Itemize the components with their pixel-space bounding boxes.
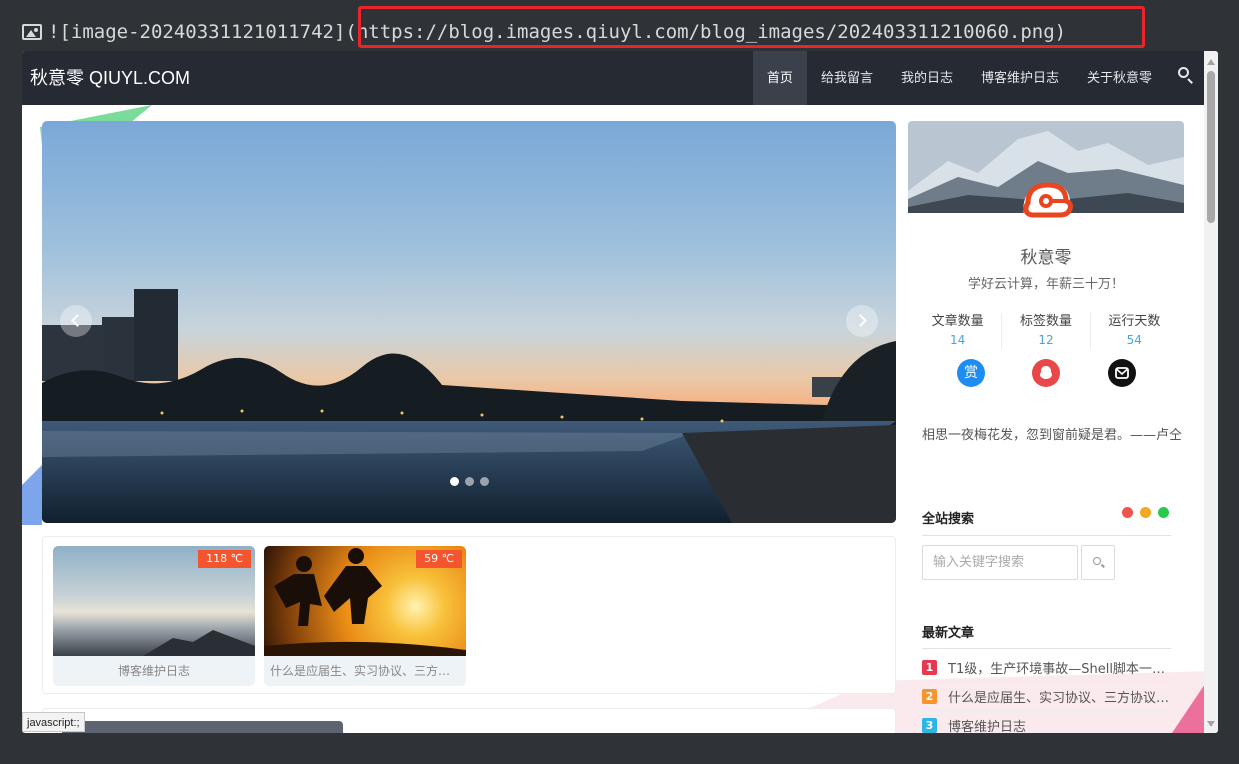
markdown-alt-text: ![image-20240331121011742] — [48, 21, 346, 43]
carousel-dot[interactable] — [480, 477, 489, 486]
rank-badge: 1 — [922, 659, 937, 675]
nav-my-log[interactable]: 我的日志 — [887, 51, 967, 105]
rank-badge: 2 — [922, 688, 937, 704]
featured-thumbnail-mountain: 118 ℃ — [53, 546, 255, 656]
stat-tags: 标签数量 12 — [1002, 313, 1091, 349]
search-input[interactable] — [922, 545, 1078, 580]
yellow-dot — [1140, 507, 1151, 518]
featured-card[interactable]: 59 ℃ 什么是应届生、实习协议、三方协议、劳动合同？ — [264, 546, 466, 686]
recent-post-item[interactable]: 1 T1级，生产环境事故—Shell脚本一键备份K8s的YAML文件 — [922, 653, 1171, 682]
carousel-next-button[interactable] — [846, 305, 878, 337]
qq-icon[interactable] — [1032, 359, 1060, 387]
red-dot — [1122, 507, 1133, 518]
search-icon[interactable] — [1166, 51, 1204, 105]
image-icon — [22, 24, 42, 40]
profile-stats: 文章数量 14 标签数量 12 运行天数 54 — [914, 313, 1178, 349]
email-icon[interactable] — [1108, 359, 1136, 387]
site-header: 秋意零 QIUYL.COM 首页 给我留言 我的日志 博客维护日志 关于秋意零 — [22, 51, 1204, 105]
featured-caption: 什么是应届生、实习协议、三方协议、劳动合同？ — [264, 656, 466, 686]
divider — [922, 535, 1171, 536]
rank-badge: 3 — [922, 717, 937, 733]
nav-blog-maintenance-log[interactable]: 博客维护日志 — [967, 51, 1073, 105]
recent-post-title[interactable]: 博客维护日志 — [948, 716, 1026, 734]
green-dot — [1158, 507, 1169, 518]
stat-articles: 文章数量 14 — [914, 313, 1003, 349]
featured-thumbnail-jumping: 59 ℃ — [264, 546, 466, 656]
nav-home[interactable]: 首页 — [752, 51, 807, 105]
featured-caption: 博客维护日志 — [53, 656, 255, 686]
carousel-dot[interactable] — [465, 477, 474, 486]
page-scrollbar[interactable] — [1204, 51, 1218, 733]
recent-post-item[interactable]: 2 什么是应届生、实习协议、三方协议、劳动合同？ — [922, 682, 1171, 711]
search-icon — [1093, 557, 1101, 565]
carousel-prev-button[interactable] — [60, 305, 92, 337]
recent-post-title[interactable]: T1级，生产环境事故—Shell脚本一键备份K8s的YAML文件 — [948, 658, 1171, 677]
scroll-down-arrow[interactable] — [1207, 721, 1215, 727]
quote-text: 相思一夜梅花发，忽到窗前疑是君。——卢仝 — [922, 428, 1183, 443]
profile-motto: 学好云计算，年薪三十万！ — [967, 277, 1124, 292]
nav-about[interactable]: 关于秋意零 — [1073, 51, 1166, 105]
scroll-up-arrow[interactable] — [1207, 59, 1215, 65]
heat-badge: 59 ℃ — [416, 550, 462, 568]
status-bar-url: javascript:; — [22, 712, 85, 732]
site-logo[interactable]: 秋意零 QIUYL.COM — [30, 51, 190, 105]
carousel-dot[interactable] — [450, 477, 459, 486]
banner-image-river-sunset — [42, 289, 896, 523]
nav-guestbook[interactable]: 给我留言 — [807, 51, 887, 105]
search-button[interactable] — [1081, 545, 1115, 580]
recent-posts-title: 最新文章 — [922, 626, 975, 641]
profile-card: 秋意零 学好云计算，年薪三十万！ 文章数量 14 标签数量 12 运行天数 54… — [908, 121, 1184, 411]
divider — [922, 648, 1171, 649]
article-thumbnail — [62, 721, 343, 733]
recent-post-item[interactable]: 3 博客维护日志 — [922, 711, 1171, 733]
scroll-thumb[interactable] — [1207, 71, 1215, 223]
banner-carousel[interactable] — [42, 121, 896, 523]
recent-post-title[interactable]: 什么是应届生、实习协议、三方协议、劳动合同？ — [948, 687, 1171, 706]
profile-name: 秋意零 — [1020, 248, 1072, 268]
browser-viewport: 秋意零 QIUYL.COM 首页 给我留言 我的日志 博客维护日志 关于秋意零 — [22, 51, 1218, 733]
heat-badge: 118 ℃ — [198, 550, 251, 568]
featured-card[interactable]: 118 ℃ 博客维护日志 — [53, 546, 255, 686]
main-nav: 首页 给我留言 我的日志 博客维护日志 关于秋意零 — [752, 51, 1204, 105]
url-highlight-box — [358, 6, 1145, 48]
search-widget-title: 全站搜索 — [922, 512, 975, 527]
avatar[interactable] — [1014, 169, 1078, 225]
featured-posts: 118 ℃ 博客维护日志 59 ℃ 什么是应届生、实习协议、三方协议、劳动合同？ — [42, 536, 896, 694]
window-lights — [1122, 507, 1169, 518]
carousel-indicators — [450, 477, 489, 486]
stat-running-days: 运行天数 54 — [1108, 314, 1161, 347]
reward-icon[interactable]: 赏 — [957, 359, 985, 387]
